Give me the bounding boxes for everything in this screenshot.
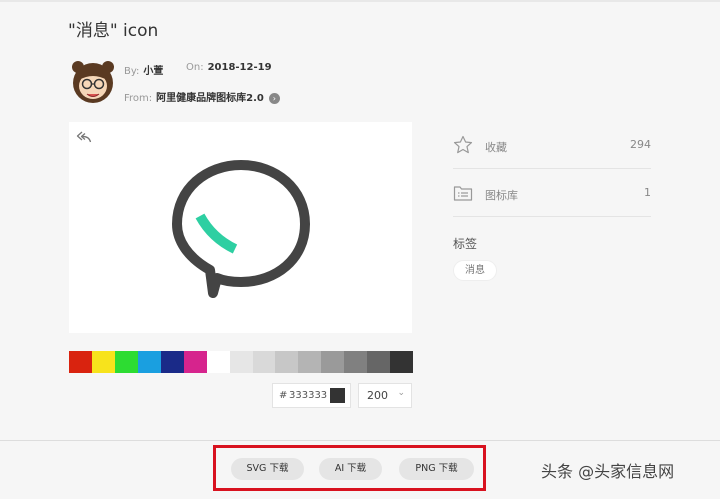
color-swatch[interactable] (390, 351, 414, 373)
library-count: 1 (644, 186, 651, 199)
color-swatch[interactable] (114, 351, 138, 373)
color-swatch[interactable] (206, 351, 230, 373)
color-swatch[interactable] (160, 351, 184, 373)
window-top-border (0, 0, 720, 2)
color-swatch[interactable] (321, 351, 345, 373)
hash-symbol: # (279, 390, 288, 401)
color-swatch[interactable] (344, 351, 368, 373)
watermark-text: 头条 @头家信息网 (541, 462, 675, 481)
color-swatch[interactable] (91, 351, 115, 373)
hex-value[interactable]: 333333 (289, 390, 327, 401)
library-label: 图标库 (485, 189, 518, 202)
chevron-right-icon[interactable]: › (268, 92, 280, 104)
size-dropdown[interactable]: 200 ⌄ (358, 383, 412, 408)
icon-preview-canvas (69, 122, 412, 333)
color-swatch[interactable] (275, 351, 299, 373)
library-link[interactable]: 阿里健康品牌图标库2.0 (156, 93, 264, 104)
undo-arrow-icon[interactable] (76, 130, 92, 144)
color-swatch[interactable] (298, 351, 322, 373)
footer-divider (0, 440, 720, 441)
tags-heading: 标签 (453, 237, 478, 251)
favorites-label: 收藏 (485, 141, 507, 154)
author-avatar[interactable] (72, 58, 114, 104)
chevron-down-icon: ⌄ (397, 388, 405, 398)
current-color-chip[interactable] (330, 388, 345, 403)
color-swatch[interactable] (367, 351, 391, 373)
meta-by-label: By: (124, 66, 140, 77)
ai-download-button[interactable]: AI 下载 (319, 458, 382, 480)
color-swatch[interactable] (229, 351, 253, 373)
star-icon[interactable] (453, 135, 473, 155)
tag-pill[interactable]: 消息 (453, 260, 497, 281)
favorites-row[interactable]: 收藏 294 (453, 122, 651, 169)
color-swatch[interactable] (252, 351, 276, 373)
library-row[interactable]: 图标库 1 (453, 170, 651, 217)
color-swatch[interactable] (183, 351, 207, 373)
meta-date: On: 2018-12-19 (186, 62, 272, 73)
png-download-button[interactable]: PNG 下载 (399, 458, 474, 480)
folder-icon[interactable] (453, 183, 473, 203)
meta-on-label: On: (186, 62, 204, 73)
meta-author: By: 小萱 (124, 62, 163, 77)
color-swatch[interactable] (137, 351, 161, 373)
favorites-count: 294 (630, 138, 651, 151)
color-palette (69, 351, 414, 373)
size-value: 200 (367, 389, 388, 402)
page-title: "消息" icon (68, 21, 159, 41)
svg-download-button[interactable]: SVG 下载 (231, 458, 304, 480)
meta-from-label: From: (124, 93, 153, 104)
color-swatch[interactable] (69, 351, 92, 373)
message-bubble-icon (172, 160, 310, 298)
hex-color-input[interactable]: # 333333 (272, 383, 351, 408)
meta-source: From: 阿里健康品牌图标库2.0 › (124, 89, 280, 104)
author-name-link[interactable]: 小萱 (143, 66, 163, 77)
upload-date: 2018-12-19 (207, 62, 272, 73)
